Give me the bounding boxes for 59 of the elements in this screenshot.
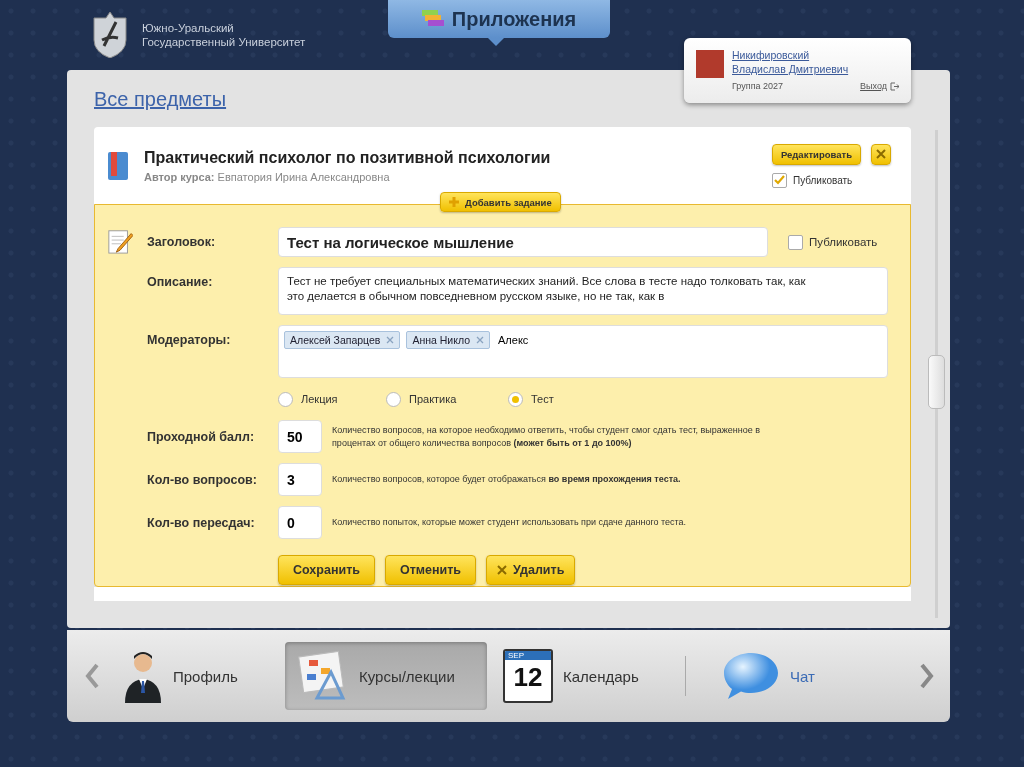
form-button[interactable]: Сохранить [278,555,375,585]
chevron-right-icon [920,663,934,689]
close-button[interactable] [871,143,891,165]
notepad-pencil-icon [107,227,133,255]
stacked-windows-icon [421,10,444,28]
speech-bubble-icon [722,651,780,701]
edit-button[interactable]: Редактировать [771,143,861,165]
setting-label: Кол-во вопросов: [147,472,258,489]
type-radio[interactable]: Тест [508,391,608,407]
title-field[interactable]: Тест на логическое мышление [278,227,768,257]
title-label: Заголовок: [147,234,217,251]
dock-item[interactable]: Чат [710,642,860,710]
form-button[interactable]: Отменить [384,555,477,585]
user-name-link[interactable]: Владислав Дмитриевич [732,62,899,76]
setting-field[interactable]: 3 [278,463,322,496]
type-radio[interactable]: Практика [386,391,500,407]
all-subjects-link[interactable]: Все предметы [94,88,227,111]
moderator-tag[interactable]: Анна Никло [406,331,491,349]
setting-field[interactable]: 50 [278,420,322,453]
moderators-field[interactable]: Алексей Запарцев Анна Никло Алекс [278,325,888,378]
setting-label: Кол-во пересдач: [147,515,256,532]
exit-icon [890,81,899,91]
university-crest-icon [92,12,128,58]
course-title: Практический психолог по позитивной психологии [144,148,552,167]
setting-field[interactable]: 0 [278,506,322,539]
description-field[interactable]: Тест не требует специальных математических знаний. Все слова в тесте надо толковать так, как это делается в обычном повседневном русском языке, но не так, как в [278,267,888,315]
dock-item[interactable]: SEP 12 Календарь [491,642,661,710]
dock-item[interactable]: Курсы/лекции [285,642,487,710]
group-label: Группа 2027 [732,81,784,91]
setting-hint: Количество попыток, которые может студент использовать при сдаче данного теста. [332,516,688,529]
setting-hint: Количество вопросов, которое будет отображаться во время прохождения теста. [332,473,682,486]
moderator-tag[interactable]: Алексей Запарцев [284,331,401,349]
publish-checkbox[interactable]: Публиковать [771,172,853,188]
setting-hint: Количество вопросов, на которое необходимо ответить, чтобы студент смог сдать тест, выраженное в процентах от общего количества вопросов (может быть от 1 до 100%) [332,423,762,450]
setting-label: Проходной балл: [147,429,256,446]
plus-icon [449,197,459,207]
remove-icon[interactable] [386,336,395,344]
remove-icon[interactable] [476,336,485,344]
scrollbar-thumb[interactable] [928,355,945,409]
logout-link[interactable]: Выход [860,81,899,91]
close-icon [497,565,508,575]
course-author: Автор курса: Евпатория Ирина Александровна [144,170,391,183]
add-task-button[interactable]: Добавить задание [440,192,561,212]
moderators-label: Модераторы: [147,332,232,349]
description-label: Описание: [147,274,214,291]
moderator-input[interactable]: Алекс [496,331,581,349]
delete-button[interactable]: Удалить [486,555,576,585]
chevron-left-icon [85,663,99,689]
businessman-icon [123,649,163,703]
type-radio[interactable]: Лекция [278,391,378,407]
checkmark-icon [773,175,785,185]
publish-checkbox[interactable]: Публиковать [788,234,878,250]
calendar-icon: SEP 12 [503,649,553,703]
avatar-placeholder [696,50,724,78]
user-surname-link[interactable]: Никифировский [732,48,899,62]
dock-item[interactable]: Профиль [111,642,281,710]
close-icon [876,149,886,159]
book-icon [106,150,130,181]
university-name: Южно-Уральский Государственный Университет [142,21,306,49]
